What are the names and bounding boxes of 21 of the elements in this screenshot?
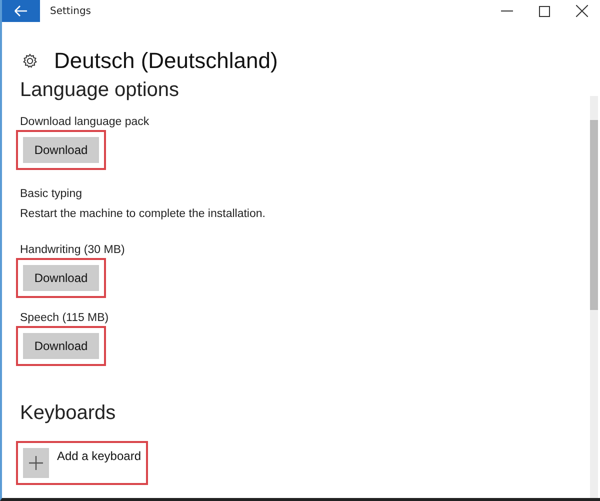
download-button[interactable]: Download bbox=[23, 137, 99, 163]
settings-icon bbox=[22, 53, 38, 69]
back-button[interactable] bbox=[2, 0, 40, 22]
page-title: Deutsch (Deutschland) bbox=[54, 48, 278, 74]
section-heading: Keyboards bbox=[20, 402, 117, 425]
close-icon[interactable] bbox=[576, 5, 588, 17]
option-label: Speech (115 MB) bbox=[20, 312, 110, 324]
section-heading: Language options bbox=[20, 79, 180, 102]
window-title: Settings bbox=[50, 6, 92, 16]
download-button[interactable]: Download bbox=[23, 333, 99, 359]
download-button[interactable]: Download bbox=[23, 265, 99, 291]
scrollbar[interactable] bbox=[590, 96, 598, 498]
back-arrow-icon bbox=[14, 5, 28, 17]
add-keyboard-button[interactable]: Add a keyboard bbox=[23, 448, 141, 478]
maximize-icon[interactable] bbox=[539, 6, 550, 16]
option-label: Download language pack bbox=[20, 116, 150, 128]
plus-icon bbox=[28, 456, 43, 470]
option-label: Handwriting (30 MB) bbox=[20, 244, 126, 256]
status-text: Restart the machine to complete the installation. bbox=[20, 208, 266, 220]
minimize-icon[interactable] bbox=[501, 10, 513, 12]
option-label: Basic typing bbox=[20, 188, 84, 200]
